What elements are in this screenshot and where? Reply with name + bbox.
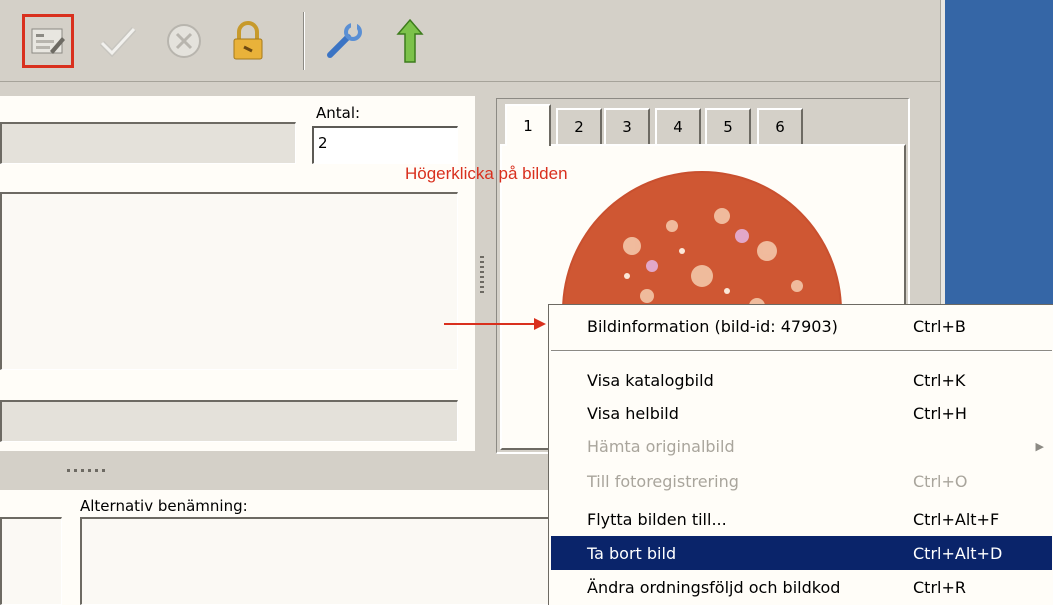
menu-item-label: Bildinformation (bild-id: 47903) bbox=[587, 316, 838, 336]
move-up-button[interactable] bbox=[384, 14, 436, 68]
up-arrow-icon bbox=[396, 18, 424, 63]
tab-4[interactable]: 4 bbox=[655, 108, 701, 144]
alt-name-input[interactable] bbox=[80, 517, 560, 605]
menu-item-image-info[interactable]: Bildinformation (bild-id: 47903) Ctrl+B bbox=[551, 309, 1052, 343]
tab-5[interactable]: 5 bbox=[705, 108, 751, 144]
submenu-arrow-icon: ▶ bbox=[1035, 439, 1044, 453]
context-menu: Bildinformation (bild-id: 47903) Ctrl+B … bbox=[548, 304, 1053, 605]
menu-item-show-catalog-image[interactable]: Visa katalogbild Ctrl+K bbox=[551, 363, 1052, 397]
right-click-hint: Högerklicka på bilden bbox=[405, 164, 568, 183]
menu-item-photo-registration: Till fotoregistrering Ctrl+O bbox=[551, 464, 1052, 498]
horizontal-splitter-grip[interactable] bbox=[67, 469, 107, 472]
tab-label: 3 bbox=[622, 118, 632, 136]
menu-item-fetch-original: Hämta originalbild ▶ bbox=[551, 429, 1052, 463]
menu-item-shortcut: Ctrl+H bbox=[913, 403, 967, 423]
menu-item-label: Till fotoregistrering bbox=[587, 471, 739, 491]
tab-label: 6 bbox=[775, 118, 785, 136]
menu-item-label: Visa katalogbild bbox=[587, 370, 714, 390]
menu-item-shortcut: Ctrl+B bbox=[913, 316, 966, 336]
edit-form-button[interactable] bbox=[22, 14, 74, 68]
menu-item-change-order[interactable]: Ändra ordningsföljd och bildkod Ctrl+R bbox=[551, 570, 1052, 604]
lock-button[interactable] bbox=[222, 14, 274, 68]
menu-item-shortcut: Ctrl+Alt+F bbox=[913, 509, 1000, 529]
tab-label: 5 bbox=[723, 118, 733, 136]
menu-separator bbox=[551, 350, 1052, 352]
name-field[interactable] bbox=[0, 122, 296, 164]
menu-item-shortcut: Ctrl+O bbox=[913, 471, 968, 491]
menu-item-label: Visa helbild bbox=[587, 403, 679, 423]
antal-input[interactable]: 2 bbox=[312, 126, 458, 164]
wrench-icon bbox=[327, 23, 362, 58]
cancel-button[interactable] bbox=[158, 14, 210, 68]
tab-label: 4 bbox=[673, 118, 683, 136]
menu-item-shortcut: Ctrl+Alt+D bbox=[913, 543, 1003, 563]
vertical-splitter-grip[interactable] bbox=[480, 256, 484, 296]
tab-3[interactable]: 3 bbox=[604, 108, 650, 144]
menu-item-label: Ändra ordningsföljd och bildkod bbox=[587, 577, 841, 597]
menu-item-shortcut: Ctrl+K bbox=[913, 370, 966, 390]
left-lower-field[interactable] bbox=[0, 517, 62, 605]
checkmark-icon bbox=[99, 26, 137, 58]
menu-item-show-full-image[interactable]: Visa helbild Ctrl+H bbox=[551, 396, 1052, 430]
tab-2[interactable]: 2 bbox=[556, 108, 602, 144]
antal-label: Antal: bbox=[316, 104, 361, 122]
tab-1[interactable]: 1 bbox=[505, 104, 551, 146]
menu-item-label: Flytta bilden till... bbox=[587, 509, 727, 529]
toolbar bbox=[0, 0, 940, 82]
toolbar-separator bbox=[303, 12, 305, 70]
arrow-icon bbox=[444, 318, 546, 330]
edit-form-icon bbox=[31, 28, 65, 54]
lock-icon bbox=[233, 21, 263, 60]
alt-name-label: Alternativ benämning: bbox=[80, 497, 248, 515]
extra-field[interactable] bbox=[0, 400, 458, 442]
menu-item-delete-image[interactable]: Ta bort bild Ctrl+Alt+D bbox=[551, 536, 1052, 570]
menu-item-label: Hämta originalbild bbox=[587, 436, 735, 456]
tab-label: 2 bbox=[574, 118, 584, 136]
menu-item-label: Ta bort bild bbox=[587, 543, 677, 563]
settings-button[interactable] bbox=[318, 14, 370, 68]
menu-item-move-image[interactable]: Flytta bilden till... Ctrl+Alt+F bbox=[551, 502, 1052, 536]
confirm-button[interactable] bbox=[92, 14, 144, 68]
menu-item-shortcut: Ctrl+R bbox=[913, 577, 966, 597]
description-field[interactable] bbox=[0, 192, 458, 370]
tab-label: 1 bbox=[523, 117, 533, 135]
cancel-icon bbox=[167, 24, 201, 58]
tab-6[interactable]: 6 bbox=[757, 108, 803, 144]
